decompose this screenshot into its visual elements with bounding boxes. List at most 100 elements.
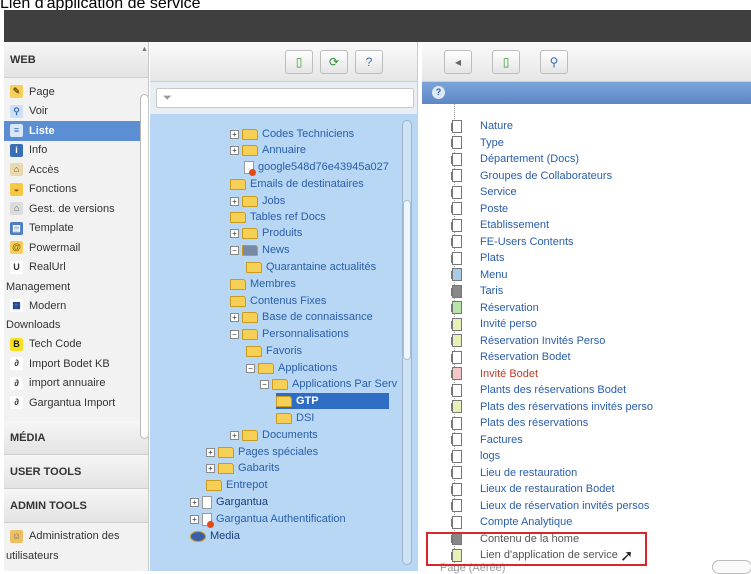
record-type-lieu-de-restauration[interactable]: Lieu de restauration	[451, 465, 577, 481]
expand-icon[interactable]: +	[190, 514, 199, 524]
tree-node-jobs[interactable]: + Jobs	[230, 193, 285, 209]
record-type-nature[interactable]: Nature	[451, 118, 513, 134]
tree-node-gargantua[interactable]: + Gargantua	[190, 494, 268, 510]
collapse-icon[interactable]: −	[260, 379, 269, 389]
module-item-gest-de-versions[interactable]: ⌂ Gest. de versions	[4, 199, 148, 219]
record-type-fe-users-contents[interactable]: FE-Users Contents	[451, 234, 574, 250]
collapse-icon[interactable]: −	[246, 363, 255, 373]
module-item-utilisateurs[interactable]: utilisateurs	[4, 546, 148, 565]
tree-node-entrepot[interactable]: Entrepot	[206, 477, 268, 493]
tree-node-gargantua-authentification[interactable]: + Gargantua Authentification	[190, 511, 346, 528]
record-type-taris[interactable]: Taris	[451, 283, 503, 299]
module-item-info[interactable]: i Info	[4, 141, 148, 161]
module-item-tech-code[interactable]: B Tech Code	[4, 335, 148, 355]
tree-node-codes-techniciens[interactable]: + Codes Techniciens	[230, 126, 354, 142]
module-item-fonctions[interactable]: ◒ Fonctions	[4, 180, 148, 200]
record-type-compte-analytique[interactable]: Compte Analytique	[451, 514, 572, 530]
record-type-invit-perso[interactable]: Invité perso	[451, 316, 537, 332]
module-item-powermail[interactable]: @ Powermail	[4, 238, 148, 258]
record-type-service[interactable]: Service	[451, 184, 517, 200]
search-button[interactable]: ⚲	[540, 50, 568, 74]
module-item-import-annuaire[interactable]: ∂ import annuaire	[4, 374, 148, 394]
module-item-management[interactable]: Management	[4, 277, 148, 296]
record-type-r-servation[interactable]: Réservation	[451, 300, 539, 316]
tree-node-applications-par-serv[interactable]: − Applications Par Serv	[260, 376, 397, 392]
tree-node-applications[interactable]: − Applications	[246, 360, 337, 376]
module-menu-scrollbar[interactable]	[140, 94, 148, 439]
tree-node-gtp[interactable]: GTP	[276, 393, 389, 409]
section-user-tools-header[interactable]: USER TOOLS	[4, 454, 148, 489]
module-item-page[interactable]: ✎ Page	[4, 82, 148, 102]
help-icon[interactable]: ?	[432, 86, 445, 99]
tree-node-gabarits[interactable]: + Gabarits	[206, 460, 280, 476]
expand-icon[interactable]: +	[230, 145, 239, 155]
record-type-poste[interactable]: Poste	[451, 201, 508, 217]
tree-node-dsi[interactable]: DSI	[276, 410, 314, 426]
module-item-modern[interactable]: ▦ Modern	[4, 296, 148, 316]
section-web-header[interactable]: WEB	[4, 42, 148, 78]
back-button[interactable]: ◂	[444, 50, 472, 74]
tree-node-documents[interactable]: + Documents	[230, 427, 318, 443]
new-page-button[interactable]: ▯	[285, 50, 313, 74]
module-item-liste[interactable]: ≡ Liste	[4, 121, 148, 141]
tree-node-produits[interactable]: + Produits	[230, 225, 302, 241]
module-item-acc-s[interactable]: ⌂ Accès	[4, 160, 148, 180]
floating-button[interactable]	[712, 560, 751, 574]
record-type-contenu-de-la-home[interactable]: Contenu de la home	[451, 531, 579, 547]
record-type-etablissement[interactable]: Etablissement	[451, 217, 549, 233]
expand-icon[interactable]: +	[190, 497, 199, 507]
section-media-header[interactable]: MÉDIA	[4, 420, 148, 455]
tree-node-base-de-connaissance[interactable]: + Base de connaissance	[230, 309, 373, 325]
record-type-lieux-de-restauration-bodet[interactable]: Lieux de restauration Bodet	[451, 481, 615, 497]
help-button[interactable]: ?	[355, 50, 383, 74]
record-type-lieux-de-r-servation-invit-s-persos[interactable]: Lieux de réservation invités persos	[451, 498, 649, 514]
tree-node-tables-ref-docs[interactable]: Tables ref Docs	[230, 209, 326, 225]
record-type-factures[interactable]: Factures	[451, 432, 523, 448]
tree-node-annuaire[interactable]: + Annuaire	[230, 142, 306, 158]
section-admin-tools-header[interactable]: ADMIN TOOLS	[4, 488, 148, 523]
expand-icon[interactable]: +	[206, 447, 215, 457]
tree-node-personnalisations[interactable]: − Personnalisations	[230, 326, 349, 342]
expand-icon[interactable]: +	[230, 312, 239, 322]
module-item-gargantua-import[interactable]: ∂ Gargantua Import	[4, 393, 148, 413]
collapse-icon[interactable]: −	[230, 329, 239, 339]
tree-node-membres[interactable]: Membres	[230, 276, 296, 292]
record-type-plats-des-r-servations[interactable]: Plats des réservations	[451, 415, 588, 431]
chevron-up-icon[interactable]: ▲	[140, 46, 148, 54]
collapse-icon[interactable]: −	[230, 245, 239, 255]
record-type-type[interactable]: Type	[451, 135, 504, 151]
expand-icon[interactable]: +	[230, 129, 239, 139]
module-item-administration-des[interactable]: ☺ Administration des	[4, 527, 148, 547]
tree-node-news[interactable]: − News	[230, 242, 290, 258]
record-type-r-servation-invit-s-perso[interactable]: Réservation Invités Perso	[451, 333, 605, 349]
record-type-logs[interactable]: logs	[451, 448, 500, 464]
tree-node-emails-de-destinataires[interactable]: Emails de destinataires	[230, 176, 364, 192]
module-item-import-bodet-kb[interactable]: ∂ Import Bodet KB	[4, 354, 148, 374]
tree-scrollbar-thumb[interactable]	[403, 200, 411, 360]
tree-node-google548d76e43945a027[interactable]: google548d76e43945a027	[244, 159, 389, 176]
record-type-lien-d-application-de-service[interactable]: Lien d'application de service	[451, 547, 618, 563]
refresh-button[interactable]: ⟳	[320, 50, 348, 74]
expand-icon[interactable]: +	[206, 463, 215, 473]
record-type-plats-des-r-servations-invit-s-perso[interactable]: Plats des réservations invités perso	[451, 399, 653, 415]
record-type-groupes-de-collaborateurs[interactable]: Groupes de Collaborateurs	[451, 168, 612, 184]
record-type-invit-bodet[interactable]: Invité Bodet	[451, 366, 538, 382]
module-item-downloads[interactable]: Downloads	[4, 316, 148, 335]
tree-node-favoris[interactable]: Favoris	[246, 343, 302, 359]
tree-filter-input[interactable]: ⏷	[156, 88, 414, 108]
record-type-r-servation-bodet[interactable]: Réservation Bodet	[451, 349, 571, 365]
tree-node-pages-sp-ciales[interactable]: + Pages spéciales	[206, 444, 318, 460]
expand-icon[interactable]: +	[230, 228, 239, 238]
record-type-d-partement-docs-[interactable]: Département (Docs)	[451, 151, 579, 167]
module-item-template[interactable]: ▤ Template	[4, 219, 148, 239]
list-bottom-item[interactable]: Page (Aérée)	[440, 562, 505, 574]
expand-icon[interactable]: +	[230, 196, 239, 206]
record-type-plats[interactable]: Plats	[451, 250, 504, 266]
record-type-menu[interactable]: Menu	[451, 267, 508, 283]
module-item-voir[interactable]: ⚲ Voir	[4, 102, 148, 122]
tree-node-quarantaine-actualit-s[interactable]: Quarantaine actualités	[246, 259, 376, 275]
module-item-realurl[interactable]: U RealUrl	[4, 258, 148, 278]
tree-node-media[interactable]: Media	[190, 528, 240, 544]
record-type-plants-des-r-servations-bodet[interactable]: Plants des réservations Bodet	[451, 382, 626, 398]
expand-icon[interactable]: +	[230, 430, 239, 440]
